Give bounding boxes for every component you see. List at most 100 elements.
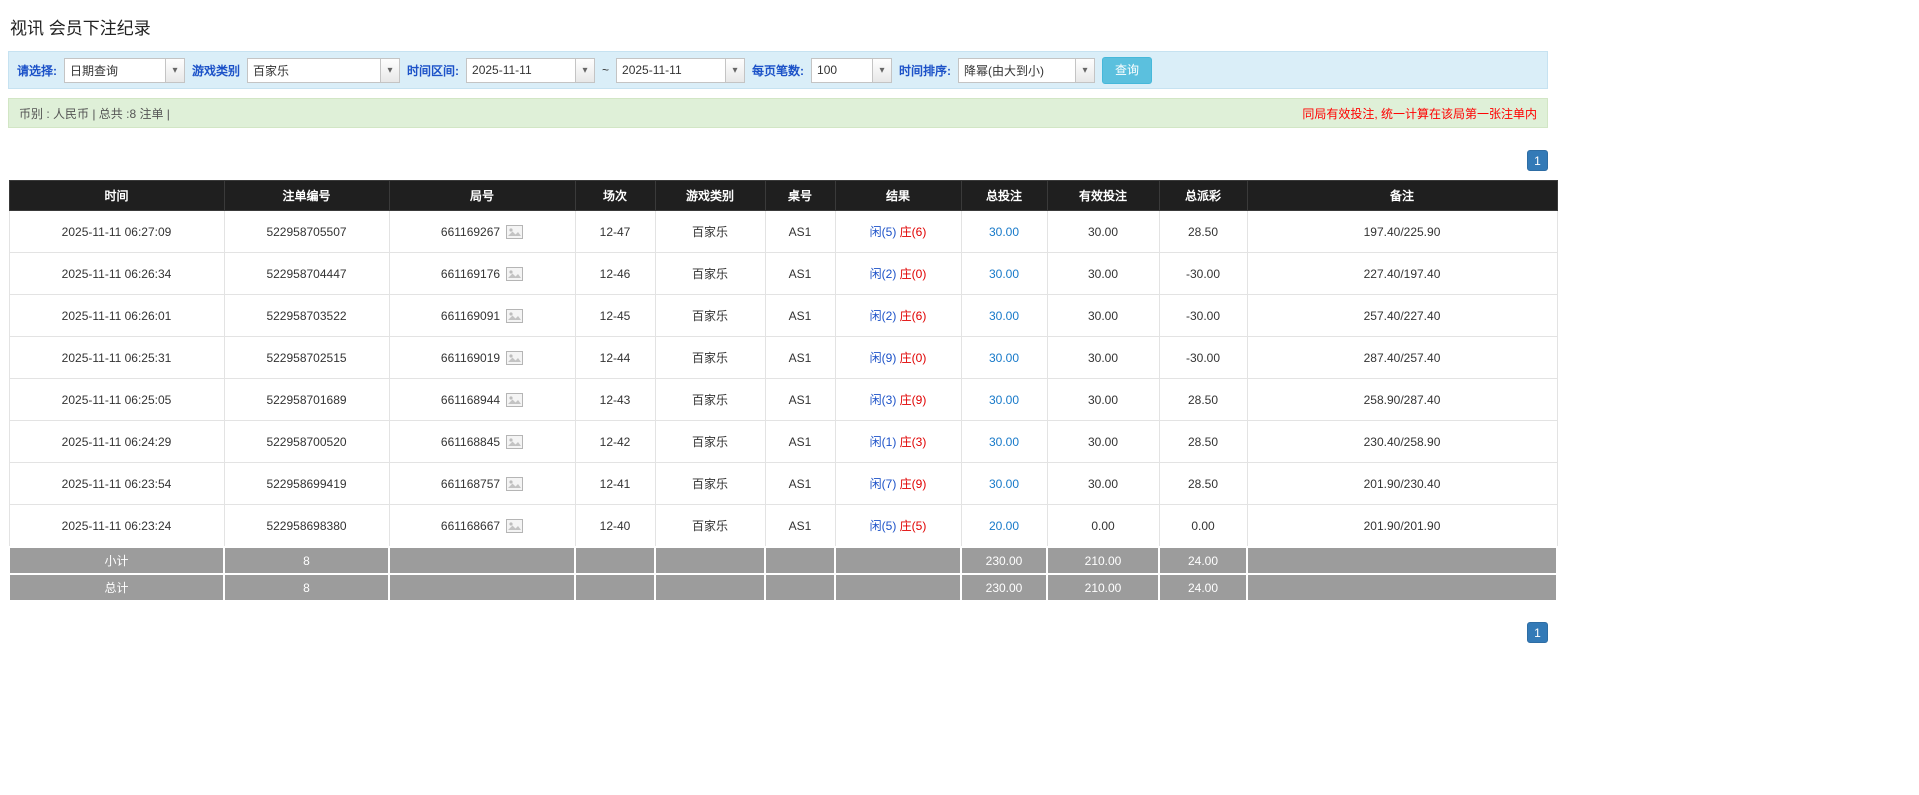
cell-round-id: 661169019 xyxy=(389,337,575,379)
total-bet-link[interactable]: 30.00 xyxy=(989,477,1019,491)
total-bet-link[interactable]: 20.00 xyxy=(989,519,1019,533)
total-row: 总计 8 230.00 210.00 24.00 xyxy=(9,574,1557,601)
page-size-input[interactable] xyxy=(812,59,872,82)
cell-session: 12-40 xyxy=(575,505,655,548)
cell-result: 闲(9) 庄(0) xyxy=(835,337,961,379)
chevron-down-icon[interactable]: ▾ xyxy=(1075,59,1094,82)
cell-valid-bet: 0.00 xyxy=(1047,505,1159,548)
cell-round-id: 661168667 xyxy=(389,505,575,548)
select-type-label: 请选择: xyxy=(17,62,57,79)
page-title: 视讯 会员下注纪录 xyxy=(10,14,1546,39)
result-image-icon[interactable] xyxy=(506,267,523,281)
result-image-icon[interactable] xyxy=(506,309,523,323)
cell-payout: 28.50 xyxy=(1159,463,1247,505)
cell-bet-id: 522958703522 xyxy=(224,295,389,337)
select-type-input[interactable] xyxy=(65,59,165,82)
cell-time: 2025-11-11 06:27:09 xyxy=(9,211,224,253)
chevron-down-icon[interactable]: ▾ xyxy=(575,59,594,82)
cell-total-bet: 30.00 xyxy=(961,211,1047,253)
col-result: 结果 xyxy=(835,181,961,211)
cell-session: 12-45 xyxy=(575,295,655,337)
result-player: 闲(5) xyxy=(870,519,897,533)
cell-time: 2025-11-11 06:25:31 xyxy=(9,337,224,379)
subtotal-row: 小计 8 230.00 210.00 24.00 xyxy=(9,547,1557,574)
subtotal-count: 8 xyxy=(224,547,389,574)
total-bet-link[interactable]: 30.00 xyxy=(989,351,1019,365)
page-button-1[interactable]: 1 xyxy=(1527,150,1548,171)
result-image-icon[interactable] xyxy=(506,225,523,239)
page-button-1[interactable]: 1 xyxy=(1527,622,1548,643)
result-image-icon[interactable] xyxy=(506,477,523,491)
cell-session: 12-44 xyxy=(575,337,655,379)
col-time: 时间 xyxy=(9,181,224,211)
result-image-icon[interactable] xyxy=(506,393,523,407)
result-banker: 庄(3) xyxy=(900,435,927,449)
cell-round-id: 661169091 xyxy=(389,295,575,337)
cell-total-bet: 30.00 xyxy=(961,421,1047,463)
cell-table-id: AS1 xyxy=(765,421,835,463)
cell-valid-bet: 30.00 xyxy=(1047,295,1159,337)
round-id-text: 661169019 xyxy=(441,351,500,365)
cell-time: 2025-11-11 06:26:34 xyxy=(9,253,224,295)
chevron-down-icon[interactable]: ▾ xyxy=(380,59,399,82)
col-round-id: 局号 xyxy=(389,181,575,211)
cell-total-bet: 30.00 xyxy=(961,463,1047,505)
chevron-down-icon[interactable]: ▾ xyxy=(872,59,891,82)
subtotal-label: 小计 xyxy=(9,547,224,574)
cell-session: 12-43 xyxy=(575,379,655,421)
round-id-text: 661169267 xyxy=(441,225,500,239)
col-remark: 备注 xyxy=(1247,181,1557,211)
cell-round-id: 661168944 xyxy=(389,379,575,421)
cell-table-id: AS1 xyxy=(765,379,835,421)
page-size-label: 每页笔数: xyxy=(752,62,804,79)
cell-remark: 257.40/227.40 xyxy=(1247,295,1557,337)
result-image-icon[interactable] xyxy=(506,351,523,365)
cell-total-bet: 30.00 xyxy=(961,253,1047,295)
currency-summary-text: 币别 : 人民币 | 总共 :8 注单 | xyxy=(19,105,170,122)
cell-total-bet: 30.00 xyxy=(961,337,1047,379)
cell-result: 闲(2) 庄(6) xyxy=(835,295,961,337)
total-payout: 24.00 xyxy=(1159,574,1247,601)
chevron-down-icon[interactable]: ▾ xyxy=(165,59,184,82)
game-type-input[interactable] xyxy=(248,59,380,82)
total-total-bet: 230.00 xyxy=(961,574,1047,601)
cell-total-bet: 30.00 xyxy=(961,379,1047,421)
result-image-icon[interactable] xyxy=(506,519,523,533)
cell-payout: -30.00 xyxy=(1159,295,1247,337)
cell-time: 2025-11-11 06:25:05 xyxy=(9,379,224,421)
result-player: 闲(2) xyxy=(870,309,897,323)
cell-payout: 0.00 xyxy=(1159,505,1247,548)
result-image-icon[interactable] xyxy=(506,435,523,449)
cell-round-id: 661169176 xyxy=(389,253,575,295)
cell-result: 闲(5) 庄(5) xyxy=(835,505,961,548)
round-id-text: 661168845 xyxy=(441,435,500,449)
table-row: 2025-11-11 06:25:05 522958701689 6611689… xyxy=(9,379,1557,421)
chevron-down-icon[interactable]: ▾ xyxy=(725,59,744,82)
result-banker: 庄(0) xyxy=(900,351,927,365)
date-to-input[interactable] xyxy=(617,59,725,82)
round-id-text: 661169176 xyxy=(441,267,500,281)
cell-table-id: AS1 xyxy=(765,337,835,379)
round-id-text: 661168757 xyxy=(441,477,500,491)
total-bet-link[interactable]: 30.00 xyxy=(989,435,1019,449)
total-bet-link[interactable]: 30.00 xyxy=(989,225,1019,239)
pagination-top: 1 xyxy=(8,150,1548,171)
cell-round-id: 661168845 xyxy=(389,421,575,463)
cell-game-type: 百家乐 xyxy=(655,337,765,379)
cell-total-bet: 20.00 xyxy=(961,505,1047,548)
cell-remark: 201.90/201.90 xyxy=(1247,505,1557,548)
sort-order-input[interactable] xyxy=(959,59,1075,82)
select-type-combo: ▾ xyxy=(64,58,185,83)
result-player: 闲(7) xyxy=(870,477,897,491)
total-bet-link[interactable]: 30.00 xyxy=(989,309,1019,323)
cell-remark: 287.40/257.40 xyxy=(1247,337,1557,379)
date-from-input[interactable] xyxy=(467,59,575,82)
cell-remark: 201.90/230.40 xyxy=(1247,463,1557,505)
cell-bet-id: 522958701689 xyxy=(224,379,389,421)
date-range-label: 时间区间: xyxy=(407,62,459,79)
total-bet-link[interactable]: 30.00 xyxy=(989,267,1019,281)
cell-session: 12-41 xyxy=(575,463,655,505)
cell-total-bet: 30.00 xyxy=(961,295,1047,337)
search-button[interactable]: 查询 xyxy=(1102,57,1152,84)
total-bet-link[interactable]: 30.00 xyxy=(989,393,1019,407)
